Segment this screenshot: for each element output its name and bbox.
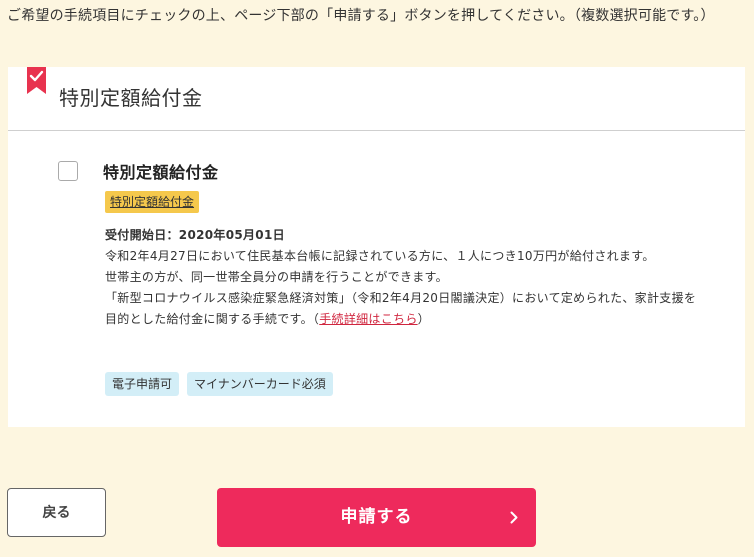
- procedure-card: 特別定額給付金 特別定額給付金 特別定額給付金 受付開始日：2020年05月01…: [8, 67, 745, 427]
- start-date-label: 受付開始日：2020年05月01日: [105, 228, 285, 242]
- description-line: 令和2年4月27日において住民基本台帳に記録されている方に、１人につき10万円が…: [105, 249, 655, 263]
- item-checkbox[interactable]: [58, 161, 78, 181]
- description-line: 「新型コロナウイルス感染症緊急経済対策」（令和2年4月20日閣議決定）において定…: [105, 288, 705, 330]
- submit-button-label: 申請する: [340, 507, 413, 527]
- checked-bookmark-icon: [27, 67, 46, 94]
- chevron-right-icon: [510, 511, 518, 524]
- item-description: 受付開始日：2020年05月01日 令和2年4月27日において住民基本台帳に記録…: [105, 225, 705, 330]
- section-title: 特別定額給付金: [59, 86, 203, 110]
- paren-close: ）: [417, 312, 430, 326]
- procedure-detail-link[interactable]: 手続詳細はこちら: [319, 312, 417, 326]
- description-line: 世帯主の方が、同一世帯全員分の申請を行うことができます。: [105, 270, 448, 284]
- instruction-text: ご希望の手続項目にチェックの上、ページ下部の「申請する」ボタンを押してください。…: [7, 8, 715, 24]
- category-tag[interactable]: 特別定額給付金: [105, 191, 200, 213]
- electronic-application-badge: 電子申請可: [105, 372, 180, 396]
- item-title: 特別定額給付金: [103, 163, 219, 182]
- submit-button[interactable]: 申請する: [217, 488, 536, 547]
- badge-list: 電子申請可 マイナンバーカード必須: [105, 372, 333, 396]
- back-button[interactable]: 戻る: [7, 488, 106, 537]
- section-header: 特別定額給付金: [8, 67, 745, 131]
- mynumber-card-required-badge: マイナンバーカード必須: [187, 372, 333, 396]
